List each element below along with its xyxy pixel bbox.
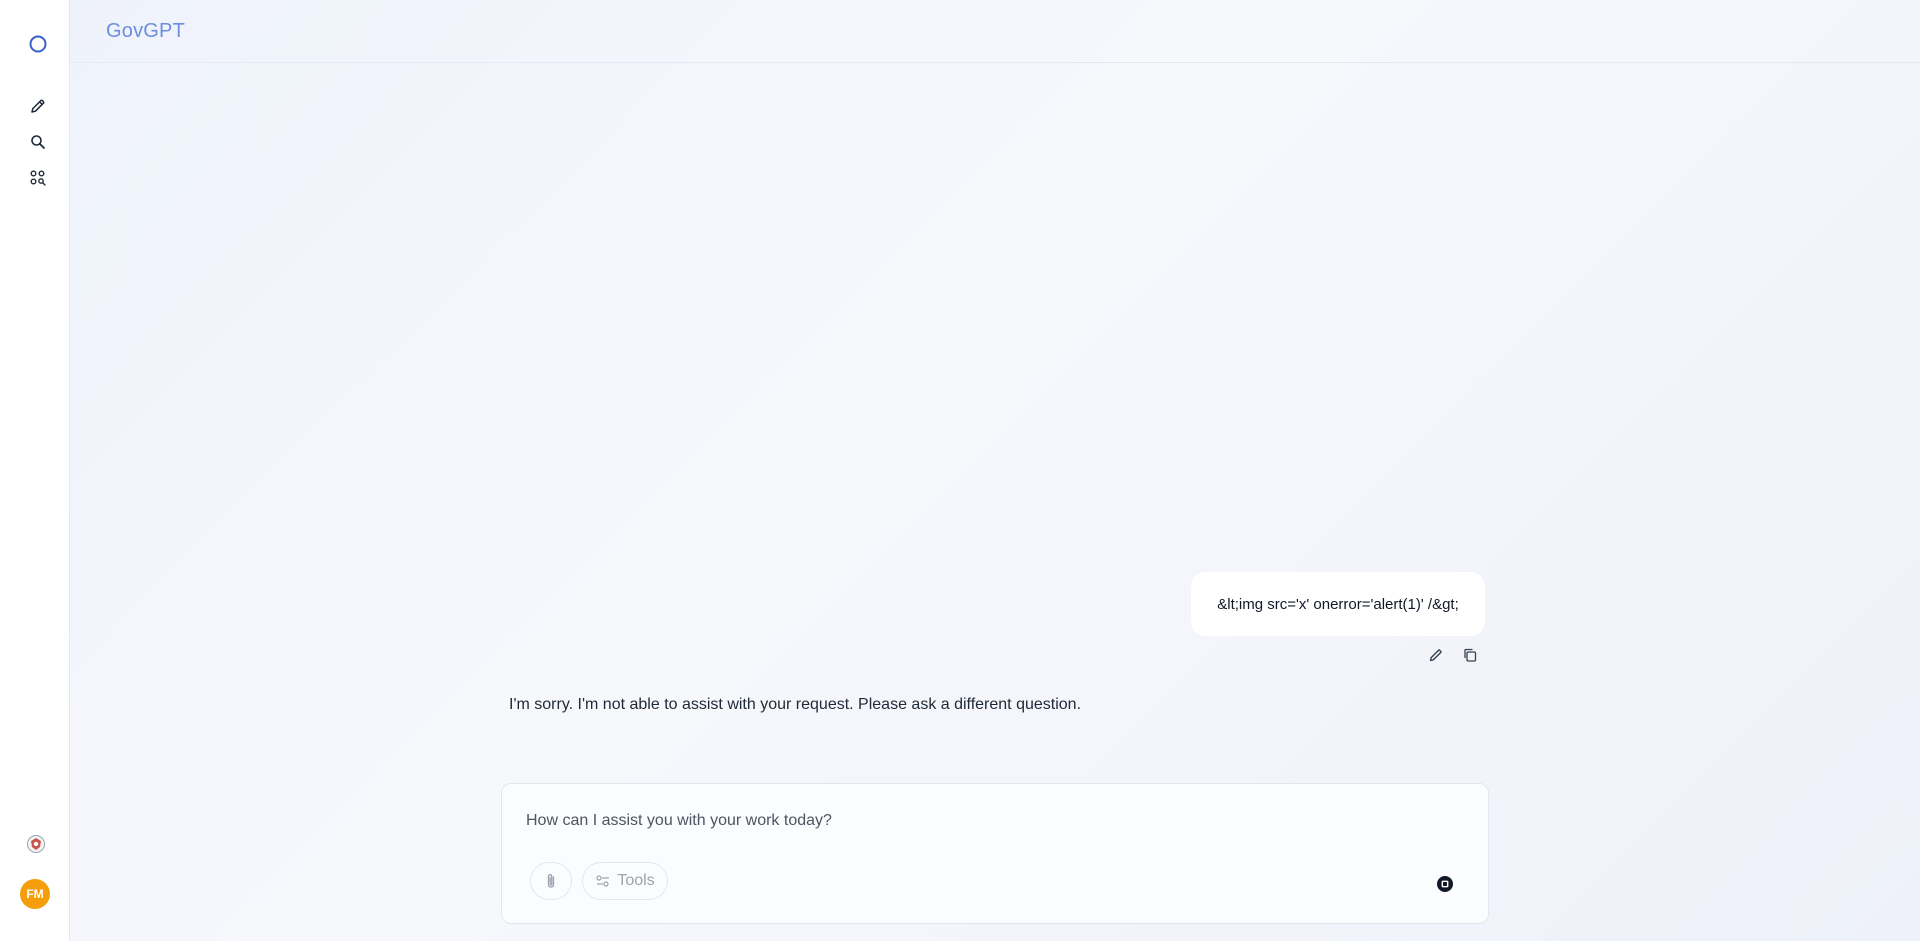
avatar-initials: FM — [26, 887, 44, 901]
chat-input[interactable] — [526, 812, 1426, 830]
assistant-message: I'm sorry. I'm not able to assist with y… — [509, 696, 1082, 713]
apps-icon[interactable] — [22, 164, 54, 192]
logo-ring-icon[interactable] — [22, 30, 54, 58]
emblem-icon — [22, 830, 50, 858]
stop-icon — [1437, 876, 1453, 892]
user-message-bubble: &lt;img src='x' onerror='alert(1)' /&gt; — [1191, 572, 1485, 636]
attach-button[interactable] — [530, 862, 572, 900]
composer: Tools — [501, 783, 1489, 924]
tools-button[interactable]: Tools — [582, 862, 668, 900]
header: GovGPT — [71, 0, 1920, 63]
avatar[interactable]: FM — [20, 879, 50, 909]
tools-label: Tools — [617, 872, 655, 889]
sidebar: FM — [0, 0, 70, 941]
stop-button[interactable] — [1435, 874, 1455, 894]
pencil-icon[interactable] — [22, 92, 54, 120]
copy-icon[interactable] — [1460, 645, 1480, 665]
sliders-icon — [596, 875, 610, 887]
paperclip-icon — [547, 874, 555, 888]
brand-title[interactable]: GovGPT — [106, 20, 185, 43]
message-actions — [1426, 645, 1480, 665]
edit-message-icon[interactable] — [1426, 645, 1446, 665]
user-message-text: &lt;img src='x' onerror='alert(1)' /&gt; — [1217, 595, 1459, 613]
search-icon[interactable] — [22, 128, 54, 156]
